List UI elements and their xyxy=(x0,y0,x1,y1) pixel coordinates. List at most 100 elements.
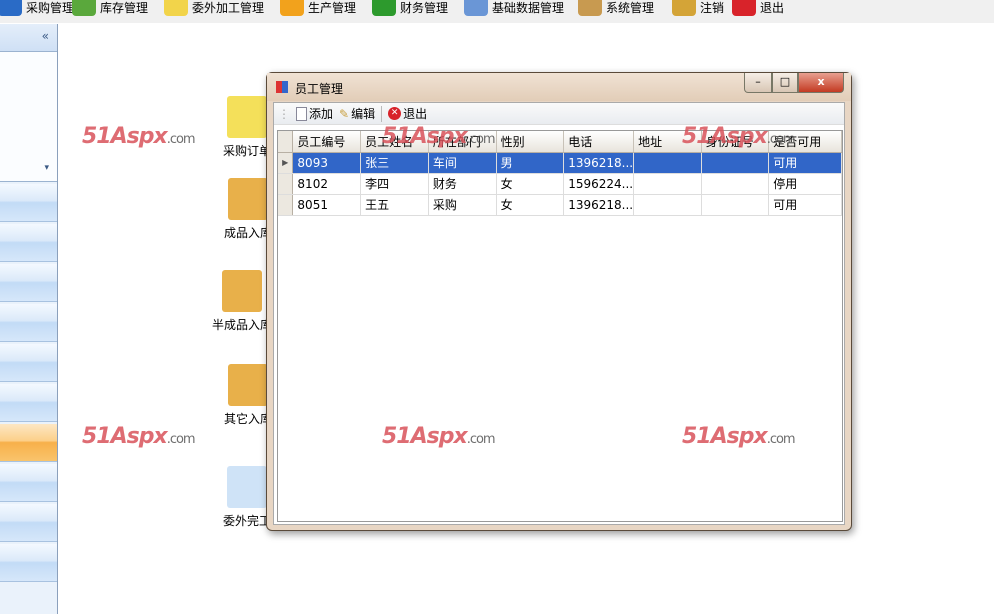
employee-grid[interactable]: 员工编号 员工姓名 所在部门 性别 电话 地址 身份证号 是否可用 ▶ 8093 张三 车间男 139… xyxy=(277,130,843,522)
new-file-icon xyxy=(296,106,307,121)
table-cell[interactable] xyxy=(633,173,702,195)
menu-label: 委外加工管理 xyxy=(192,0,265,15)
sidebar-header: « xyxy=(0,24,57,52)
maximize-button[interactable]: □ xyxy=(772,73,798,93)
menu-label: 库存管理 xyxy=(100,0,149,15)
table-row[interactable]: 8051 王五 采购女 1396218... 可用 xyxy=(278,194,842,216)
menu-tools[interactable]: 系统管理 xyxy=(578,0,654,16)
watermark-logo: 51Aspx.com xyxy=(382,124,496,149)
menu-label: 财务管理 xyxy=(400,0,449,15)
chevron-down-icon[interactable]: ▾ xyxy=(44,163,49,173)
table-cell[interactable] xyxy=(701,152,770,174)
watermark-logo: 51Aspx.com xyxy=(682,424,796,449)
sidebar-button[interactable] xyxy=(0,224,57,262)
menu-label: 系统管理 xyxy=(606,0,655,15)
menu-label: 基础数据管理 xyxy=(492,0,565,15)
table-cell[interactable] xyxy=(633,152,702,174)
boxes-icon xyxy=(228,178,268,220)
key-icon xyxy=(672,0,696,16)
table-cell[interactable] xyxy=(701,194,770,216)
row-header[interactable] xyxy=(278,194,294,216)
watermark-logo: 51Aspx.com xyxy=(682,124,796,149)
sidebar-button[interactable] xyxy=(0,544,57,582)
table-cell[interactable]: 可用 xyxy=(768,152,842,174)
row-header[interactable]: ▶ xyxy=(278,152,294,174)
table-cell[interactable]: 1596224... xyxy=(563,173,635,195)
sidebar-button[interactable] xyxy=(0,384,57,422)
window-title: 员工管理 xyxy=(295,82,344,96)
clipboard-icon xyxy=(227,96,267,138)
close-button[interactable]: x xyxy=(798,73,844,93)
row-header[interactable] xyxy=(278,173,294,195)
folder-icon xyxy=(164,0,188,16)
warehouse-icon xyxy=(72,0,96,16)
edit-icon: ✎ xyxy=(339,106,350,121)
column-header[interactable]: 性别 xyxy=(496,131,565,153)
window-icon xyxy=(276,81,288,93)
edit-label: 编辑 xyxy=(351,107,376,121)
main-menu-bar: 采购管理 库存管理 委外加工管理 生产管理 财务管理 基础数据管理 系统管理 注销 退出 xyxy=(0,0,994,23)
sidebar-button[interactable] xyxy=(0,504,57,542)
menu-dollar[interactable]: 财务管理 xyxy=(372,0,448,16)
column-header[interactable]: 电话 xyxy=(563,131,635,153)
table-cell[interactable]: 可用 xyxy=(768,194,842,216)
menu-label: 注销 xyxy=(700,0,725,15)
menu-warehouse[interactable]: 库存管理 xyxy=(72,0,148,16)
sidebar-button[interactable] xyxy=(0,184,57,222)
toolbar: ⋮ 添加 ✎ 编辑 ✕ 退出 xyxy=(274,103,844,125)
table-cell[interactable]: 女 xyxy=(496,173,565,195)
sidebar-button[interactable] xyxy=(0,344,57,382)
watermark-logo: 51Aspx.com xyxy=(82,124,196,149)
exit-button[interactable]: ✕ 退出 xyxy=(388,105,427,122)
window-titlebar[interactable]: 员工管理 – □ x xyxy=(267,73,851,101)
menu-exit[interactable]: 退出 xyxy=(732,0,784,16)
menu-gear[interactable]: 生产管理 xyxy=(280,0,356,16)
table-cell[interactable]: 李四 xyxy=(360,173,429,195)
table-cell[interactable]: 停用 xyxy=(768,173,842,195)
sidebar-button[interactable] xyxy=(0,464,57,502)
window-client: ⋮ 添加 ✎ 编辑 ✕ 退出 员工编号 员工姓名 所在部门 性别 电话 地址 身份证号 是否可用 … xyxy=(273,102,845,525)
table-cell[interactable]: 8102 xyxy=(292,173,362,195)
table-cell[interactable] xyxy=(701,173,770,195)
edit-button[interactable]: ✎ 编辑 xyxy=(339,105,375,122)
collapse-icon[interactable]: « xyxy=(42,29,49,43)
table-cell[interactable]: 1396218... xyxy=(563,194,635,216)
minimize-button[interactable]: – xyxy=(744,73,772,93)
table-cell[interactable]: 张三 xyxy=(360,152,429,174)
purchase-icon xyxy=(0,0,22,16)
table-row[interactable]: ▶ 8093 张三 车间男 1396218... 可用 xyxy=(278,152,842,174)
table-cell[interactable]: 财务 xyxy=(428,173,497,195)
menu-key[interactable]: 注销 xyxy=(672,0,724,16)
watermark-logo: 51Aspx.com xyxy=(382,424,496,449)
menu-label: 退出 xyxy=(760,0,785,15)
table-cell[interactable]: 1396218... xyxy=(563,152,635,174)
exit-label: 退出 xyxy=(403,107,428,121)
table-cell[interactable]: 女 xyxy=(496,194,565,216)
sidebar: « ▾ xyxy=(0,24,58,614)
grip-icon: ⋮ xyxy=(278,106,290,121)
boxes-icon xyxy=(222,270,262,312)
table-cell[interactable]: 王五 xyxy=(360,194,429,216)
sidebar-button[interactable] xyxy=(0,304,57,342)
sidebar-button[interactable] xyxy=(0,264,57,302)
menu-label: 生产管理 xyxy=(308,0,357,15)
sidebar-button[interactable] xyxy=(0,424,57,462)
menu-purchase[interactable]: 采购管理 xyxy=(0,0,74,16)
table-cell[interactable] xyxy=(633,194,702,216)
table-cell[interactable]: 8093 xyxy=(292,152,362,174)
add-button[interactable]: 添加 xyxy=(296,105,333,122)
row-header-corner xyxy=(278,131,294,153)
menu-table[interactable]: 基础数据管理 xyxy=(464,0,564,16)
table-cell[interactable]: 采购 xyxy=(428,194,497,216)
column-header[interactable]: 员工编号 xyxy=(292,131,362,153)
menu-folder[interactable]: 委外加工管理 xyxy=(164,0,264,16)
table-cell[interactable]: 男 xyxy=(496,152,565,174)
table-cell[interactable]: 8051 xyxy=(292,194,362,216)
separator xyxy=(381,105,383,122)
gear-icon xyxy=(280,0,304,16)
table-row[interactable]: 8102 李四 财务女 1596224... 停用 xyxy=(278,173,842,195)
add-label: 添加 xyxy=(309,107,334,121)
check-icon xyxy=(227,466,267,508)
table-cell[interactable]: 车间 xyxy=(428,152,497,174)
exit-icon: ✕ xyxy=(388,107,402,120)
